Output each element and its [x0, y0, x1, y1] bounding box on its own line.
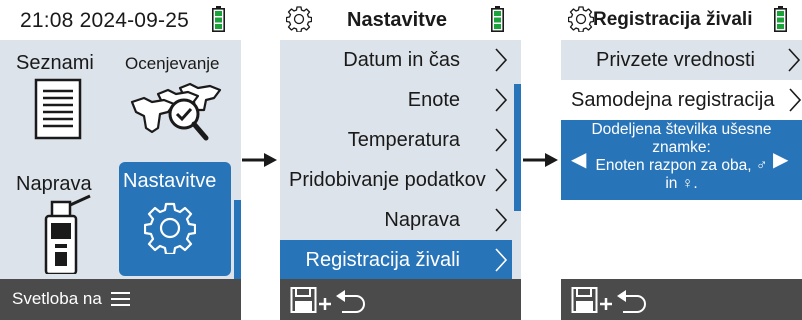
save-plus-return-icon[interactable]: [290, 284, 374, 316]
tile-label: Seznami: [16, 52, 94, 74]
selector-text: Dodeljena številka ušesne znamke: Enoten…: [591, 121, 772, 193]
save-plus-return-icon[interactable]: [571, 284, 655, 316]
footer-bar: [280, 279, 521, 320]
battery-icon: [491, 6, 504, 32]
gear-icon: [568, 6, 594, 32]
menu-item-label: Pridobivanje podatkov: [289, 169, 486, 191]
menu-item-temperatura[interactable]: Temperatura: [280, 120, 512, 160]
menu-item-datum-in-cas[interactable]: Datum in čas: [280, 40, 512, 80]
handheld-reader-icon: [44, 194, 91, 274]
menu-item-privzete-vrednosti[interactable]: Privzete vrednosti: [561, 40, 802, 80]
menu-item-enote[interactable]: Enote: [280, 80, 512, 120]
status-bar: Nastavitve: [280, 0, 521, 40]
menu-item-label: Privzete vrednosti: [596, 49, 755, 71]
selector-line-2: Enoten razpon za oba, ♂ in ♀.: [595, 157, 768, 192]
hamburger-menu-icon[interactable]: [111, 291, 130, 307]
menu-item-label: Samodejna registracija: [571, 89, 775, 111]
menu-item-label: Enote: [407, 89, 460, 111]
gear-icon: [144, 202, 196, 254]
arrow-left-icon[interactable]: ◀: [571, 147, 586, 172]
battery-icon: [774, 6, 787, 32]
menu-item-label: Datum in čas: [343, 49, 460, 71]
gear-icon: [286, 6, 312, 32]
footer-bar: [561, 279, 802, 320]
chevron-right-icon: [495, 208, 508, 232]
menu-item-samodejna-registracija[interactable]: Samodejna registracija: [561, 80, 802, 120]
status-bar: 21:08 2024-09-25: [0, 0, 241, 40]
ear-tag-range-selector[interactable]: ◀ Dodeljena številka ušesne znamke: Enot…: [561, 120, 802, 200]
chevron-right-icon: [495, 168, 508, 192]
menu-item-label: Naprava: [384, 209, 460, 231]
chevron-right-icon: [495, 48, 508, 72]
tile-label: Nastavitve: [123, 170, 217, 192]
scrollbar[interactable]: [514, 84, 521, 211]
screen-title: Registracija živali: [593, 9, 753, 30]
battery-icon: [212, 6, 225, 32]
chevron-right-icon: [495, 248, 508, 272]
tile-label: Naprava: [16, 173, 92, 195]
chevron-right-icon: [495, 88, 508, 112]
light-toggle-label[interactable]: Svetloba na: [12, 289, 102, 309]
menu-item-label: Registracija živali: [305, 249, 461, 271]
menu-item-label: Temperatura: [347, 129, 460, 151]
tile-nastavitve[interactable]: Nastavitve: [119, 162, 231, 276]
document-list-icon: [34, 78, 82, 140]
chevron-right-icon: [789, 88, 801, 112]
status-bar: Registracija živali: [561, 0, 802, 40]
settings-screen: Nastavitve Datum in čas Enote Temperatur…: [280, 0, 521, 320]
menu-item-pridobivanje-podatkov[interactable]: Pridobivanje podatkov: [280, 160, 512, 200]
flow-arrow-icon: [242, 153, 277, 167]
footer-bar: Svetloba na: [0, 279, 241, 320]
chevron-right-icon: [495, 128, 508, 152]
tile-label: Ocenjevanje: [125, 54, 220, 73]
chevron-right-icon: [788, 48, 801, 72]
animal-registration-screen: Registracija živali Privzete vrednosti S…: [561, 0, 802, 320]
flow-arrow-icon: [523, 153, 558, 167]
menu-item-naprava[interactable]: Naprava: [280, 200, 512, 240]
empty-area: [561, 200, 802, 279]
arrow-right-icon[interactable]: ▶: [773, 147, 788, 172]
selector-line-1: Dodeljena številka ušesne znamke:: [591, 121, 772, 156]
scrollbar[interactable]: [234, 200, 241, 279]
screen-title: Nastavitve: [347, 9, 448, 31]
clock-date: 21:08 2024-09-25: [20, 9, 190, 32]
cattle-evaluation-icon: [130, 82, 222, 141]
menu-item-registracija-zivali[interactable]: Registracija živali: [280, 240, 512, 280]
home-screen: 21:08 2024-09-25 Seznami Ocenjevanje Nap…: [0, 0, 241, 320]
